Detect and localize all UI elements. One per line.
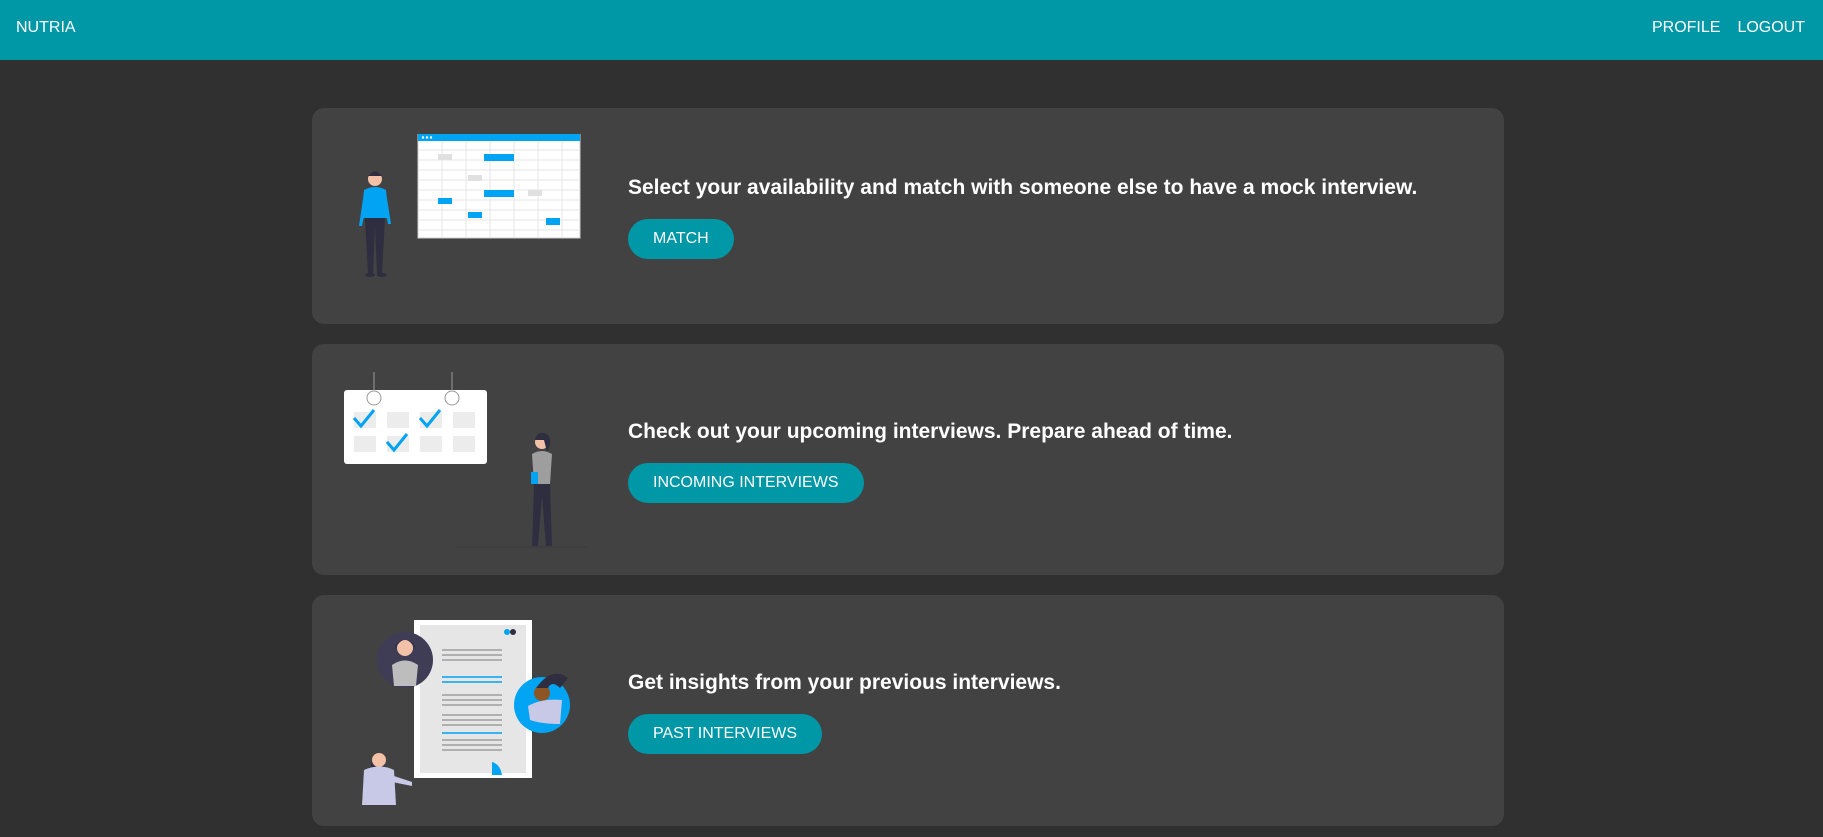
logout-link[interactable]: LOGOUT xyxy=(1737,19,1805,37)
incoming-interviews-button[interactable]: INCOMING INTERVIEWS xyxy=(628,463,864,503)
match-card: Select your availability and match with … xyxy=(312,108,1504,324)
checklist-calendar-illustration xyxy=(344,372,587,548)
nav-links: PROFILE LOGOUT xyxy=(1652,19,1805,37)
match-description: Select your availability and match with … xyxy=(628,176,1418,199)
profile-link[interactable]: PROFILE xyxy=(1652,19,1720,37)
incoming-interviews-card: Check out your upcoming interviews. Prep… xyxy=(312,344,1504,575)
document-review-illustration xyxy=(362,620,570,805)
brand-logo[interactable]: NUTRIA xyxy=(16,19,76,37)
past-description: Get insights from your previous intervie… xyxy=(628,671,1061,694)
incoming-description: Check out your upcoming interviews. Prep… xyxy=(628,420,1233,443)
calendar-schedule-illustration xyxy=(359,134,581,277)
top-navbar: NUTRIA PROFILE LOGOUT xyxy=(0,0,1823,60)
past-interviews-button[interactable]: PAST INTERVIEWS xyxy=(628,714,823,754)
match-button[interactable]: MATCH xyxy=(628,219,734,259)
past-interviews-card: Get insights from your previous intervie… xyxy=(312,595,1504,826)
